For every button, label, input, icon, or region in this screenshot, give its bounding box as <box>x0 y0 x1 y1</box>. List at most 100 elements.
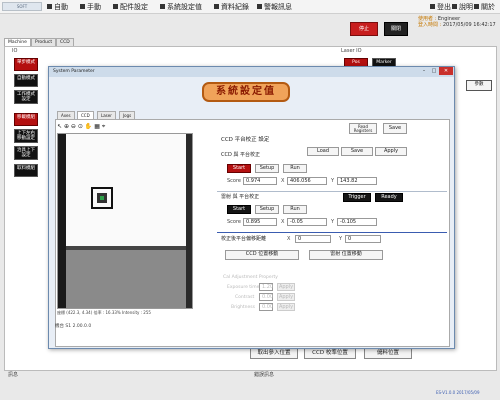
ccd-load-button[interactable]: Load <box>307 147 339 156</box>
take-out-position-button[interactable]: 取出參入位置 <box>250 348 298 359</box>
menu-bullet-icon <box>113 4 118 9</box>
maximize-icon[interactable]: □ <box>429 67 439 75</box>
menu-system-setting[interactable]: 系統設定值 <box>160 3 202 12</box>
menu-bar: SOFT 自動 手動 配件設定 系統設定值 資料紀錄 警報訊息 登出 說明 關於 <box>0 0 500 14</box>
ccd-x-field[interactable]: 406.056 <box>287 177 327 185</box>
menu-alarm[interactable]: 警報訊息 <box>257 3 292 12</box>
system-parameter-dialog: System Parameter – □ ✕ 系統設定值 Axes CCD La… <box>48 66 455 349</box>
menu-logout[interactable]: 登出 <box>430 3 451 12</box>
fit-icon[interactable]: ⊙ <box>78 123 83 130</box>
ccd-calibration-position-button[interactable]: CCD 校準位置 <box>304 348 356 359</box>
menu-about[interactable]: 關於 <box>474 3 495 12</box>
brightness-label: Brightness <box>231 305 255 310</box>
laser-x-field[interactable]: -0.05 <box>287 218 327 226</box>
offset-x-field[interactable]: 0 <box>295 235 331 243</box>
menu-parts-setting[interactable]: 配件設定 <box>113 3 148 12</box>
tab-jogs[interactable]: Jogs <box>119 111 136 119</box>
auto-mode-button[interactable]: 自動模式 <box>14 74 38 87</box>
zoom-out-icon[interactable]: ⊖ <box>71 123 76 130</box>
login-info: 使用者 : Engineer 登入時間 : 2017/05/09 16:42:1… <box>418 16 496 28</box>
exposure-apply-button[interactable]: Apply <box>277 283 295 291</box>
read-registers-button[interactable]: Read Registers <box>349 123 377 134</box>
tab-product[interactable]: Product <box>31 38 57 46</box>
laser-ready-button[interactable]: Ready <box>375 193 403 202</box>
side-param-button[interactable]: 參數 <box>466 80 492 91</box>
io-group-label: IO <box>12 48 18 54</box>
step-mode-button[interactable]: 單步模式 <box>14 58 38 71</box>
minimize-icon[interactable]: – <box>419 67 429 75</box>
contrast-label: Contrast <box>235 295 255 300</box>
pointer-icon[interactable]: ↖ <box>57 123 62 130</box>
contrast-apply-button[interactable]: Apply <box>277 293 295 301</box>
pickup-module-button[interactable]: 取料模組 <box>14 164 38 177</box>
machine-version-label: 機台 S1 2.00.0.0 <box>55 324 92 329</box>
ccd-x-label: X <box>281 178 285 184</box>
ccd-score-field[interactable]: 0.974 <box>243 177 277 185</box>
move-setting-button[interactable]: 上下左右 移動設定 <box>14 129 38 143</box>
menu-bullet-icon <box>80 4 85 9</box>
storage-position-button[interactable]: 儲料位置 <box>364 348 412 359</box>
laser-run-button[interactable]: Run <box>283 205 307 214</box>
laser-x-label: X <box>281 219 285 225</box>
laser-sub-label: 雷射 與 平台校正 <box>221 194 260 200</box>
laser-position-move-button[interactable]: 雷射 位置移動 <box>309 250 383 260</box>
ccd-position-move-button[interactable]: CCD 位置移動 <box>225 250 299 260</box>
laser-trigger-button[interactable]: Trigger <box>343 193 371 202</box>
ccd-apply-button[interactable]: Apply <box>375 147 407 156</box>
offset-divider <box>217 232 447 233</box>
fixture-setting-button[interactable]: 治具上下 設定 <box>14 146 38 160</box>
menu-bullet-icon <box>452 4 457 9</box>
menu-manual[interactable]: 手動 <box>80 3 101 12</box>
tab-laser[interactable]: Laser <box>97 111 116 119</box>
adjust-title: Cal Adjustment Property <box>223 275 278 280</box>
laser-start-calib-button[interactable]: Start <box>227 205 251 214</box>
offset-y-field[interactable]: 0 <box>345 235 381 243</box>
close-button[interactable]: 關閉 <box>384 22 408 36</box>
error-message-label: 錯誤訊息 <box>254 372 275 378</box>
ccd-y-label: Y <box>331 178 335 184</box>
close-icon[interactable]: ✕ <box>439 67 453 75</box>
ccd-run-button[interactable]: Run <box>283 164 307 173</box>
menu-bullet-icon <box>214 4 219 9</box>
image-toolbar: ↖ ⊕ ⊖ ⊙ ✋ ▦ ⌖ <box>57 123 147 131</box>
laser-score-label: Score <box>227 219 242 225</box>
company-logo: SOFT <box>2 2 42 11</box>
menu-auto[interactable]: 自動 <box>47 3 68 12</box>
ccd-setup-button[interactable]: Setup <box>255 164 279 173</box>
brightness-field[interactable]: 0.00 <box>259 303 273 311</box>
menu-help[interactable]: 說明 <box>452 3 473 12</box>
menu-bullet-icon <box>160 4 165 9</box>
ccd-section-title: CCD 平台校正 設定 <box>221 137 270 143</box>
menu-data-record[interactable]: 資料紀錄 <box>214 3 249 12</box>
work-mode-setting-button[interactable]: 工作模式 設定 <box>14 90 38 104</box>
tab-ccd-inner[interactable]: CCD <box>77 111 94 119</box>
laser-setup-button[interactable]: Setup <box>255 205 279 214</box>
dialog-save-button[interactable]: Save <box>383 123 407 134</box>
camera-image <box>58 134 192 308</box>
stop-button[interactable]: 停止 <box>350 22 378 36</box>
ccd-save-button[interactable]: Save <box>341 147 373 156</box>
tab-machine[interactable]: Machine <box>4 38 31 46</box>
ccd-start-button[interactable]: Start <box>227 164 251 173</box>
dialog-titlebar: System Parameter <box>49 67 454 77</box>
laser-y-field[interactable]: -0.105 <box>337 218 377 226</box>
laser-y-label: Y <box>331 219 335 225</box>
pan-icon[interactable]: ✋ <box>85 123 92 130</box>
image-status-bar: 座標 (422.3, 4.34) 倍率 : 16.33% Intensity :… <box>57 310 151 315</box>
menu-bullet-icon <box>257 4 262 9</box>
menu-bullet-icon <box>430 4 435 9</box>
transfer-module-button[interactable]: 移載模組 <box>14 113 38 126</box>
camera-view[interactable] <box>57 133 193 309</box>
tab-ccd[interactable]: CCD <box>56 38 74 46</box>
ccd-score-label: Score <box>227 178 242 184</box>
offset-y-label: Y <box>339 236 343 242</box>
tab-axes[interactable]: Axes <box>57 111 75 119</box>
ccd-y-field[interactable]: 143.82 <box>337 177 377 185</box>
grid-icon[interactable]: ▦ <box>94 123 100 130</box>
contrast-field[interactable]: 0.00 <box>259 293 273 301</box>
crosshair-icon[interactable]: ⌖ <box>102 123 105 130</box>
exposure-field[interactable]: 1.20 <box>259 283 273 291</box>
brightness-apply-button[interactable]: Apply <box>277 303 295 311</box>
zoom-in-icon[interactable]: ⊕ <box>64 123 69 130</box>
laser-score-field[interactable]: 0.895 <box>243 218 277 226</box>
